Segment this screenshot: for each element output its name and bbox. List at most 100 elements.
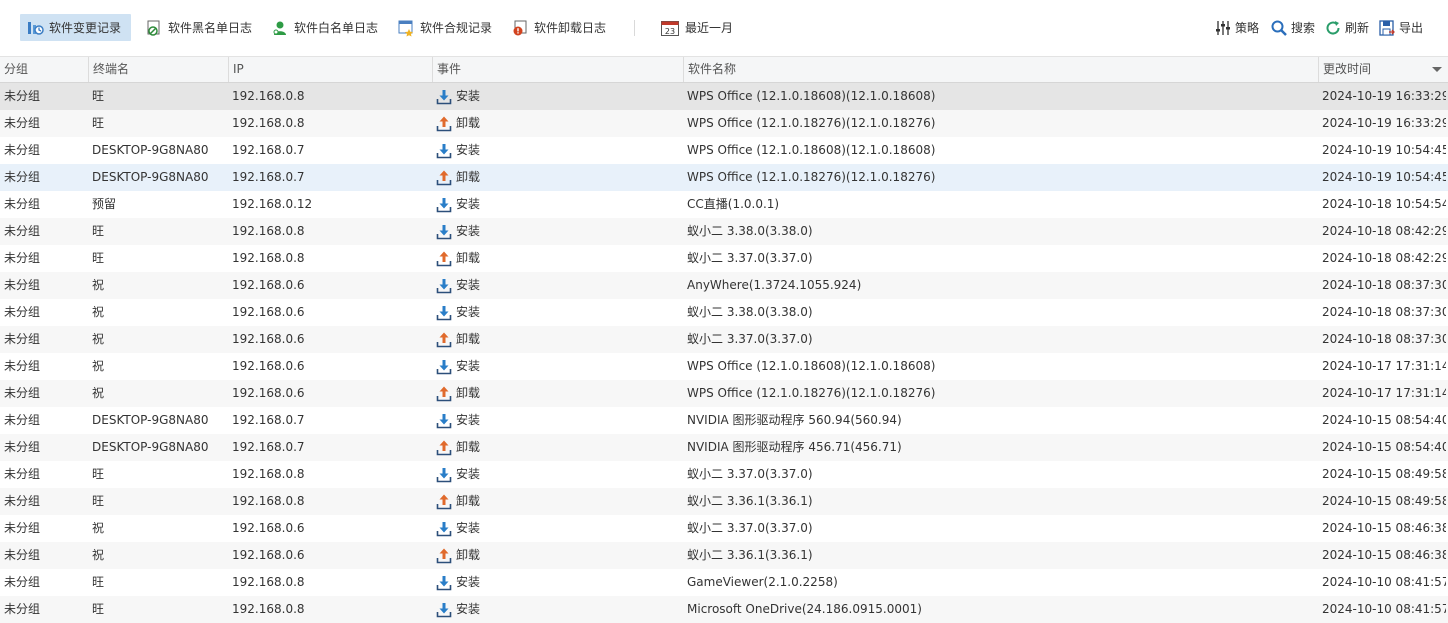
cell-event: 安装 xyxy=(436,353,676,380)
table-row[interactable]: 未分组 祝 192.168.0.6 卸载 蚁小二 3.37.0(3.37.0) 2024-… xyxy=(0,326,1448,353)
cell-ip: 192.168.0.8 xyxy=(232,89,305,103)
cell-time: 2024-10-19 16:33:29 xyxy=(1322,89,1446,103)
cell-group: 未分组 xyxy=(4,413,41,427)
uninstall-log-icon xyxy=(513,20,527,35)
cell-terminal: 旺 xyxy=(92,116,105,130)
cell-ip: 192.168.0.6 xyxy=(232,521,305,535)
cell-terminal: 旺 xyxy=(92,602,105,616)
cell-group: 未分组 xyxy=(4,575,41,589)
tab-uninstall-log[interactable]: 软件卸载日志 xyxy=(505,14,616,41)
column-header-group[interactable]: 分组 xyxy=(0,57,88,82)
cell-event: 安装 xyxy=(436,272,676,299)
cell-terminal: 旺 xyxy=(92,575,105,589)
table-row[interactable]: 未分组 旺 192.168.0.8 安装 Microsoft OneDrive(24.1… xyxy=(0,596,1448,623)
cell-group: 未分组 xyxy=(4,170,41,184)
cell-ip: 192.168.0.7 xyxy=(232,170,305,184)
table-row[interactable]: 未分组 祝 192.168.0.6 安装 AnyWhere(1.3724.1055.92… xyxy=(0,272,1448,299)
cell-ip: 192.168.0.6 xyxy=(232,386,305,400)
tab-whitelist-log[interactable]: 软件白名单日志 xyxy=(265,14,388,41)
cell-software: 蚁小二 3.38.0(3.38.0) xyxy=(687,224,813,238)
cell-software: 蚁小二 3.37.0(3.37.0) xyxy=(687,467,813,481)
cell-ip: 192.168.0.6 xyxy=(232,332,305,346)
table-row[interactable]: 未分组 旺 192.168.0.8 安装 蚁小二 3.38.0(3.38.0) 2024-… xyxy=(0,218,1448,245)
table-row[interactable]: 未分组 DESKTOP-9G8NA80 192.168.0.7 卸载 NVIDIA 图形… xyxy=(0,434,1448,461)
install-icon xyxy=(436,278,452,293)
cell-event: 安装 xyxy=(436,218,676,245)
table-row[interactable]: 未分组 旺 192.168.0.8 安装 WPS Office (12.1.0.1860… xyxy=(0,83,1448,110)
cell-event: 安装 xyxy=(436,83,676,110)
cell-time: 2024-10-17 17:31:14 xyxy=(1322,386,1446,400)
export-icon xyxy=(1379,19,1395,36)
cell-terminal: 祝 xyxy=(92,332,105,346)
uninstall-icon xyxy=(436,494,452,509)
refresh-button[interactable]: 刷新 xyxy=(1324,14,1369,41)
tab-label: 软件合规记录 xyxy=(420,21,493,35)
install-icon xyxy=(436,413,452,428)
column-header-time[interactable]: 更改时间 xyxy=(1318,57,1448,82)
strategy-label: 策略 xyxy=(1235,21,1260,35)
tab-compliance-record[interactable]: 软件合规记录 xyxy=(391,14,502,41)
table-row[interactable]: 未分组 旺 192.168.0.8 卸载 蚁小二 3.37.0(3.37.0) 2024-… xyxy=(0,245,1448,272)
column-header-terminal[interactable]: 终端名 xyxy=(88,57,228,82)
date-range-filter[interactable]: 23 最近一月 xyxy=(654,14,743,41)
event-label: 安装 xyxy=(456,521,481,535)
cell-group: 未分组 xyxy=(4,197,41,211)
table-row[interactable]: 未分组 祝 192.168.0.6 卸载 蚁小二 3.36.1(3.36.1) 2024-… xyxy=(0,542,1448,569)
table-row[interactable]: 未分组 DESKTOP-9G8NA80 192.168.0.7 安装 WPS Offic… xyxy=(0,137,1448,164)
table-row[interactable]: 未分组 DESKTOP-9G8NA80 192.168.0.7 卸载 WPS Offic… xyxy=(0,164,1448,191)
table-row[interactable]: 未分组 旺 192.168.0.8 卸载 蚁小二 3.36.1(3.36.1) 2024-… xyxy=(0,488,1448,515)
cell-time: 2024-10-15 08:49:58 xyxy=(1322,494,1446,508)
cell-software: WPS Office (12.1.0.18276)(12.1.0.18276) xyxy=(687,386,936,400)
install-icon xyxy=(436,575,452,590)
cell-ip: 192.168.0.8 xyxy=(232,467,305,481)
event-label: 安装 xyxy=(456,224,481,238)
cell-time: 2024-10-15 08:46:38 xyxy=(1322,521,1446,535)
table-row[interactable]: 未分组 旺 192.168.0.8 安装 GameViewer(2.1.0.2258) 2… xyxy=(0,569,1448,596)
cell-group: 未分组 xyxy=(4,251,41,265)
cell-time: 2024-10-19 10:54:45 xyxy=(1322,143,1446,157)
tab-label: 软件黑名单日志 xyxy=(168,21,253,35)
cell-time: 2024-10-15 08:54:40 xyxy=(1322,413,1446,427)
install-icon xyxy=(436,89,452,104)
export-button[interactable]: 导出 xyxy=(1378,14,1423,41)
cell-terminal: DESKTOP-9G8NA80 xyxy=(92,170,209,184)
cell-ip: 192.168.0.6 xyxy=(232,278,305,292)
cell-ip: 192.168.0.8 xyxy=(232,494,305,508)
search-button[interactable]: 搜索 xyxy=(1270,14,1315,41)
table-row[interactable]: 未分组 旺 192.168.0.8 安装 蚁小二 3.37.0(3.37.0) 2024-… xyxy=(0,461,1448,488)
cell-terminal: 预留 xyxy=(92,197,117,211)
sort-desc-icon xyxy=(1432,67,1442,72)
event-label: 安装 xyxy=(456,413,481,427)
table-row[interactable]: 未分组 预留 192.168.0.12 安装 CC直播(1.0.0.1) 2024-10-… xyxy=(0,191,1448,218)
cell-event: 安装 xyxy=(436,569,676,596)
tab-software-change[interactable]: 软件变更记录 xyxy=(20,14,132,41)
column-header-ip[interactable]: IP xyxy=(228,57,432,82)
strategy-button[interactable]: 策略 xyxy=(1214,14,1259,41)
table-row[interactable]: 未分组 祝 192.168.0.6 安装 蚁小二 3.38.0(3.38.0) 2024-… xyxy=(0,299,1448,326)
table-row[interactable]: 未分组 祝 192.168.0.6 安装 蚁小二 3.37.0(3.37.0) 2024-… xyxy=(0,515,1448,542)
column-header-software[interactable]: 软件名称 xyxy=(683,57,1318,82)
cell-software: 蚁小二 3.38.0(3.38.0) xyxy=(687,305,813,319)
cell-software: NVIDIA 图形驱动程序 560.94(560.94) xyxy=(687,413,902,427)
cell-time: 2024-10-18 08:42:29 xyxy=(1322,251,1446,265)
cell-terminal: 旺 xyxy=(92,251,105,265)
tab-label: 软件变更记录 xyxy=(49,21,122,35)
cell-terminal: 旺 xyxy=(92,494,105,508)
cell-event: 卸载 xyxy=(436,434,676,461)
cell-terminal: DESKTOP-9G8NA80 xyxy=(92,143,209,157)
install-icon xyxy=(436,197,452,212)
table-row[interactable]: 未分组 祝 192.168.0.6 卸载 WPS Office (12.1.0.1827… xyxy=(0,380,1448,407)
column-header-event[interactable]: 事件 xyxy=(432,57,683,82)
table-row[interactable]: 未分组 祝 192.168.0.6 安装 WPS Office (12.1.0.1860… xyxy=(0,353,1448,380)
cell-time: 2024-10-18 08:37:30 xyxy=(1322,278,1446,292)
table-row[interactable]: 未分组 旺 192.168.0.8 卸载 WPS Office (12.1.0.1827… xyxy=(0,110,1448,137)
cell-event: 卸载 xyxy=(436,380,676,407)
table-row[interactable]: 未分组 DESKTOP-9G8NA80 192.168.0.7 安装 NVIDIA 图形… xyxy=(0,407,1448,434)
tab-blacklist-log[interactable]: 软件黑名单日志 xyxy=(139,14,262,41)
cell-group: 未分组 xyxy=(4,332,41,346)
cell-event: 卸载 xyxy=(436,164,676,191)
cell-ip: 192.168.0.6 xyxy=(232,548,305,562)
event-label: 安装 xyxy=(456,89,481,103)
cell-group: 未分组 xyxy=(4,359,41,373)
cell-software: GameViewer(2.1.0.2258) xyxy=(687,575,838,589)
